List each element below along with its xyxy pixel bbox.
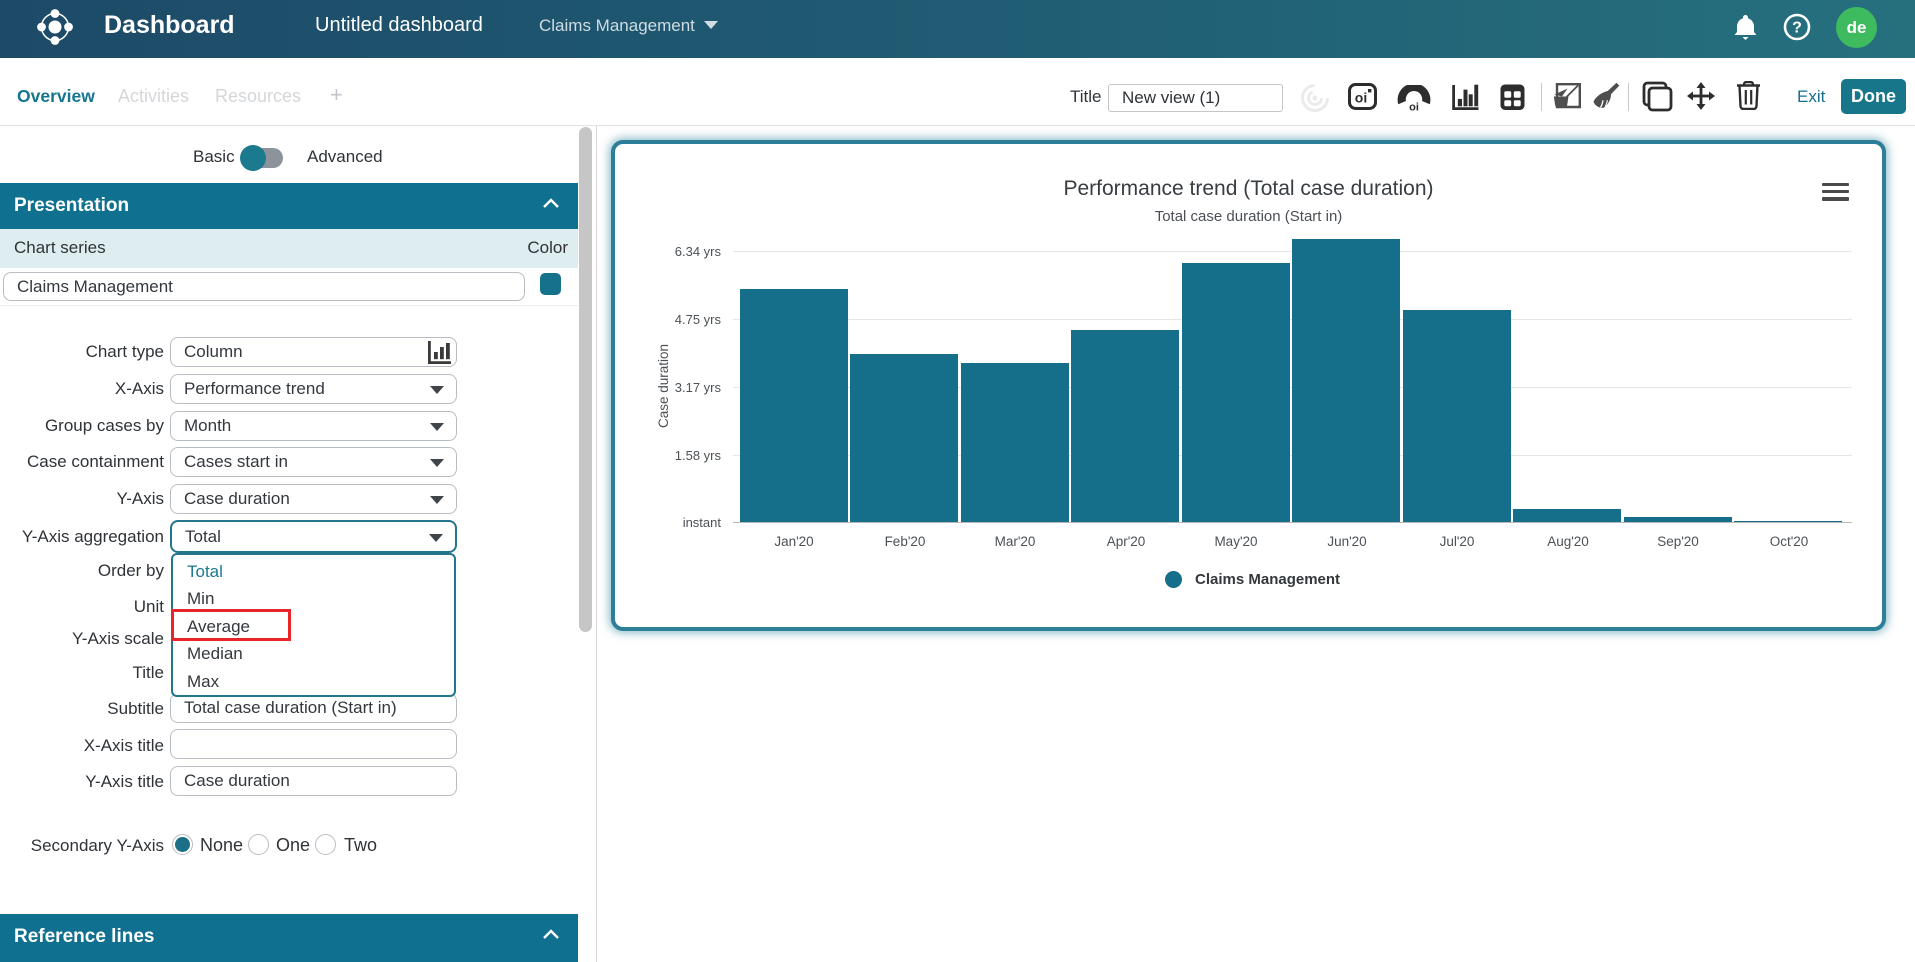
svg-text:oi: oi [1409,102,1419,113]
svg-text:oi: oi [1355,90,1367,106]
svg-text:?: ? [1792,20,1802,37]
